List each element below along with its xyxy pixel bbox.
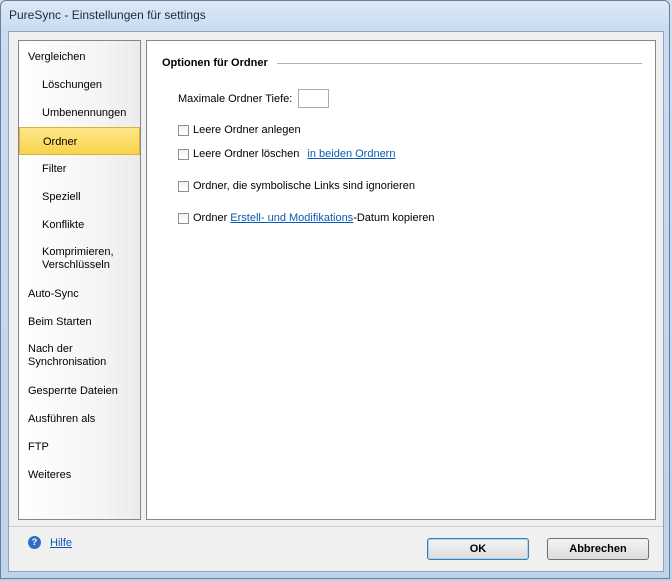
delete-empty-scope-link[interactable]: in beiden Ordnern [307,148,395,160]
nav-item-speziell[interactable]: Speziell [19,183,140,211]
window-title: PureSync - Einstellungen für settings [9,8,206,22]
max-depth-label: Maximale Ordner Tiefe: [178,92,293,105]
copy-dates-prefix[interactable]: Ordner [193,212,230,224]
dialog-client-area: Vergleichen Löschungen Umbenennungen Ord… [8,31,664,572]
opt-delete-empty-row: Leere Ordner löschen in beiden Ordnern [178,148,395,160]
section-title: Optionen für Ordner [162,57,268,69]
nav-item-nach-der-synchronisation[interactable]: Nach der Synchronisation [19,341,140,373]
ignore-symlinks-label[interactable]: Ordner, die symbolische Links sind ignor… [193,180,415,192]
opt-copy-dates-row: Ordner Erstell- und Modifikations -Datum… [178,212,435,224]
title-bar[interactable]: PureSync - Einstellungen für settings [1,1,669,31]
nav-item-weiteres[interactable]: Weiteres [19,461,140,489]
help-link-group[interactable]: ? Hilfe [28,536,72,549]
copy-dates-link[interactable]: Erstell- und Modifikations [230,212,353,224]
nav-item-label-line2: Synchronisation [28,356,107,368]
settings-nav-list: Vergleichen Löschungen Umbenennungen Ord… [18,40,141,520]
delete-empty-folders-label[interactable]: Leere Ordner löschen [193,148,299,160]
help-icon[interactable]: ? [28,536,41,549]
nav-item-beim-starten[interactable]: Beim Starten [19,308,140,336]
copy-dates-checkbox[interactable] [178,212,189,224]
max-depth-row: Maximale Ordner Tiefe: [178,89,330,108]
delete-empty-folders-checkbox[interactable] [178,148,189,160]
nav-item-vergleichen[interactable]: Vergleichen [19,43,140,71]
nav-item-filter[interactable]: Filter [19,155,140,183]
settings-window: PureSync - Einstellungen für settings Ve… [0,0,670,579]
nav-item-komprimieren[interactable]: Komprimieren, Verschlüsseln [19,244,140,276]
nav-item-loeschungen[interactable]: Löschungen [19,71,140,99]
max-depth-input[interactable] [298,89,330,108]
nav-item-label: Komprimieren, [42,246,114,258]
opt-ignore-symlinks-row: Ordner, die symbolische Links sind ignor… [178,180,415,192]
create-empty-folders-label[interactable]: Leere Ordner anlegen [193,124,301,136]
nav-item-konflikte[interactable]: Konflikte [19,211,140,239]
nav-item-umbenennungen[interactable]: Umbenennungen [19,99,140,127]
help-link[interactable]: Hilfe [50,537,72,549]
nav-item-label: Nach der [28,343,73,355]
nav-item-auto-sync[interactable]: Auto-Sync [19,280,140,308]
copy-dates-suffix[interactable]: -Datum kopieren [353,212,434,224]
nav-item-ftp[interactable]: FTP [19,433,140,461]
opt-create-empty-row: Leere Ordner anlegen [178,124,301,136]
section-divider [277,63,642,64]
nav-item-label-line2: Verschlüsseln [42,259,110,271]
cancel-button[interactable]: Abbrechen [547,538,649,560]
ok-button[interactable]: OK [427,538,529,560]
ignore-symlinks-checkbox[interactable] [178,180,189,192]
footer-divider [9,526,663,527]
options-panel: Optionen für Ordner Maximale Ordner Tief… [146,40,656,520]
nav-item-ausfuehren-als[interactable]: Ausführen als [19,405,140,433]
create-empty-folders-checkbox[interactable] [178,124,189,136]
nav-item-gesperrte-dateien[interactable]: Gesperrte Dateien [19,377,140,405]
nav-item-ordner[interactable]: Ordner [19,127,140,155]
